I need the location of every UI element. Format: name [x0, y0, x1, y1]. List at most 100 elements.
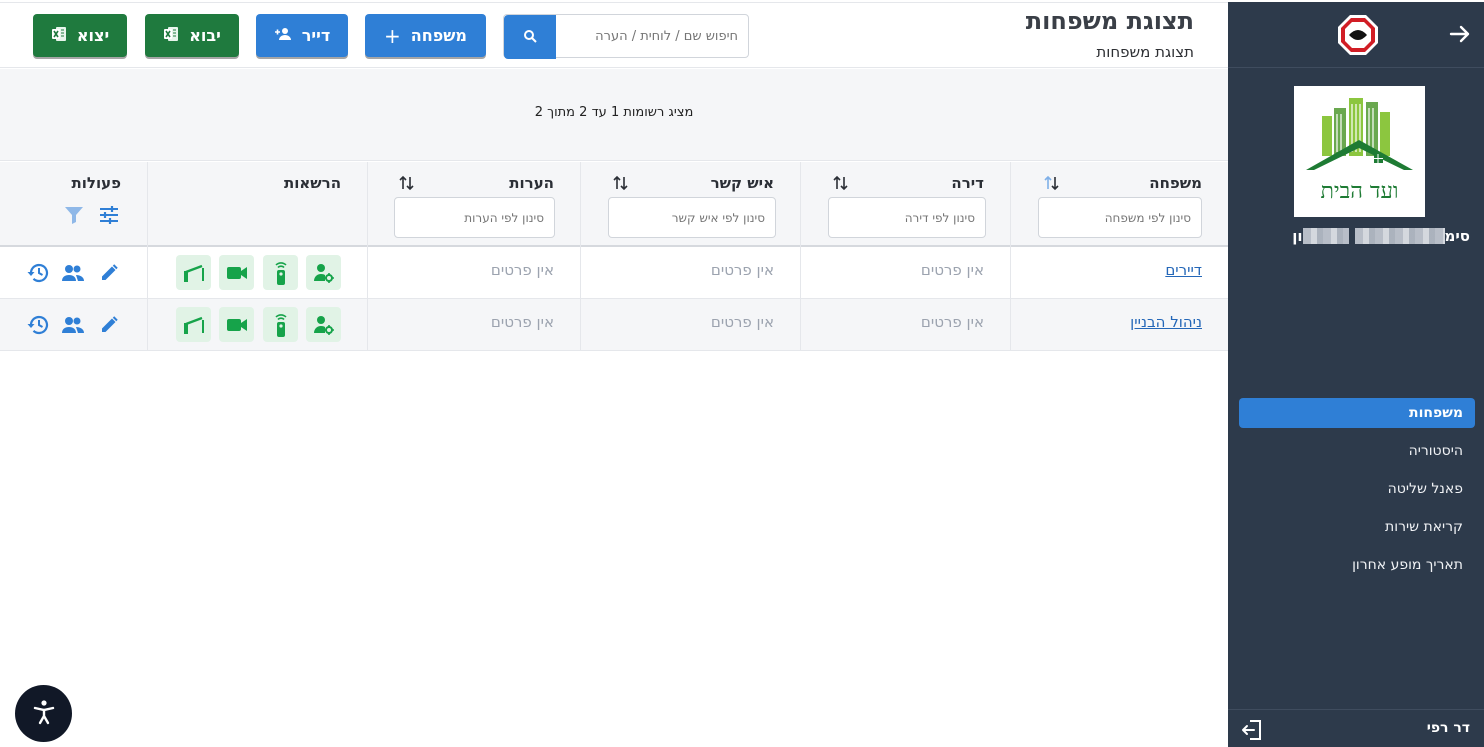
user-name-start: סימ — [1444, 227, 1470, 245]
cell-permissions — [147, 299, 367, 351]
search-button[interactable] — [504, 15, 556, 59]
redacted-text — [1302, 228, 1349, 244]
cell-contact: אין פרטים — [580, 299, 800, 351]
column-family-label: משפחה — [1149, 174, 1202, 192]
column-contact: איש קשר — [580, 162, 800, 247]
edit-icon[interactable] — [96, 260, 122, 286]
cell-notes: אין פרטים — [367, 299, 580, 351]
export-label: יצוא — [76, 26, 110, 45]
remote-control-icon[interactable] — [263, 307, 298, 342]
column-notes: הערות — [367, 162, 580, 247]
cell-family: דיירים — [1010, 247, 1228, 299]
user-name-end: ון — [1292, 227, 1303, 245]
table-row: ניהול הבניין אין פרטים אין פרטים אין פרט… — [0, 299, 1228, 351]
remote-control-icon[interactable] — [263, 255, 298, 290]
column-notes-label: הערות — [509, 174, 554, 192]
filter-notes-input[interactable] — [394, 197, 555, 238]
video-camera-icon[interactable] — [219, 307, 254, 342]
user-name: סימ ון — [1292, 227, 1470, 245]
history-icon[interactable] — [25, 312, 51, 338]
apartment-value: אין פרטים — [920, 261, 984, 279]
column-apartment-label: דירה — [951, 174, 984, 192]
video-camera-icon[interactable] — [219, 255, 254, 290]
filter-icon[interactable] — [61, 202, 87, 228]
sidebar-item-families[interactable]: משפחות — [1239, 398, 1475, 428]
person-add-icon — [274, 26, 292, 46]
excel-icon — [163, 26, 179, 46]
top-toolbar: תצוגת משפחות תצוגת משפחות יצוא יבוא דייר… — [0, 2, 1228, 68]
cell-actions — [0, 247, 147, 299]
add-tenant-label: דייר — [301, 26, 331, 45]
committee-logo: ועד הבית — [1294, 86, 1425, 217]
cell-notes: אין פרטים — [367, 247, 580, 299]
sidebar: ועד הבית סימ ון משפחות היסטוריה פאנל שלי… — [1228, 2, 1484, 747]
family-link[interactable]: דיירים — [1165, 261, 1202, 279]
accessibility-button[interactable] — [15, 685, 72, 742]
history-icon[interactable] — [25, 260, 51, 286]
contact-value: אין פרטים — [710, 313, 774, 331]
members-icon[interactable] — [60, 260, 86, 286]
column-permissions-label: הרשאות — [283, 174, 341, 192]
import-button[interactable]: יבוא — [145, 14, 239, 57]
add-tenant-button[interactable]: דייר — [256, 14, 348, 57]
logo-text: ועד הבית — [1320, 179, 1399, 204]
sidebar-header — [1228, 2, 1484, 68]
export-button[interactable]: יצוא — [33, 14, 127, 57]
main-content: תצוגת משפחות תצוגת משפחות יצוא יבוא דייר… — [0, 0, 1228, 747]
sidebar-item-history[interactable]: היסטוריה — [1239, 436, 1475, 466]
barrier-gate-icon[interactable] — [176, 307, 211, 342]
logout-icon[interactable] — [1240, 718, 1264, 742]
column-family: משפחה — [1010, 162, 1228, 247]
add-family-label: משפחה — [410, 26, 467, 45]
sort-icon[interactable] — [612, 173, 630, 193]
members-icon[interactable] — [60, 312, 86, 338]
records-count: מציג רשומות 1 עד 2 מתוך 2 — [534, 105, 694, 120]
search-box — [503, 14, 749, 59]
redacted-text — [1354, 228, 1445, 244]
sidebar-nav: משפחות היסטוריה פאנל שליטה קריאת שירות ת… — [1239, 398, 1475, 588]
filter-apartment-input[interactable] — [828, 197, 986, 238]
family-link[interactable]: ניהול הבניין — [1130, 313, 1202, 331]
contact-value: אין פרטים — [710, 261, 774, 279]
brand-logo-icon — [1336, 13, 1380, 57]
column-settings-icon[interactable] — [96, 202, 122, 228]
column-apartment: דירה — [800, 162, 1010, 247]
column-actions: פעולות — [0, 162, 147, 247]
cell-actions — [0, 299, 147, 351]
plus-icon: + — [384, 23, 401, 48]
cell-apartment: אין פרטים — [800, 247, 1010, 299]
cell-permissions — [147, 247, 367, 299]
column-actions-label: פעולות — [71, 174, 121, 192]
sort-icon[interactable] — [832, 173, 850, 193]
apartment-value: אין פרטים — [920, 313, 984, 331]
table-header: משפחה דירה איש קשר הערות — [0, 162, 1228, 247]
footer-user-name: דר רפי — [1426, 720, 1470, 736]
page-title: תצוגת משפחות — [1025, 7, 1194, 35]
cell-contact: אין פרטים — [580, 247, 800, 299]
search-input[interactable] — [558, 15, 748, 57]
sort-icon[interactable] — [1043, 173, 1061, 193]
column-permissions: הרשאות — [147, 162, 367, 247]
add-family-button[interactable]: משפחה + — [365, 14, 486, 57]
filter-contact-input[interactable] — [608, 197, 776, 238]
import-label: יבוא — [189, 26, 221, 45]
cell-family: ניהול הבניין — [1010, 299, 1228, 351]
barrier-gate-icon[interactable] — [176, 255, 211, 290]
arrow-right-icon[interactable] — [1446, 20, 1474, 48]
edit-icon[interactable] — [96, 312, 122, 338]
sidebar-item-last-appearance[interactable]: תאריך מופע אחרון — [1239, 550, 1475, 580]
user-settings-permission-icon[interactable] — [306, 255, 341, 290]
column-contact-label: איש קשר — [710, 174, 774, 192]
records-band: מציג רשומות 1 עד 2 מתוך 2 — [0, 69, 1228, 161]
user-settings-permission-icon[interactable] — [306, 307, 341, 342]
search-icon — [523, 28, 537, 47]
notes-value: אין פרטים — [490, 313, 554, 331]
cell-apartment: אין פרטים — [800, 299, 1010, 351]
notes-value: אין פרטים — [490, 261, 554, 279]
excel-icon — [51, 26, 67, 46]
sort-icon[interactable] — [398, 173, 416, 193]
sidebar-item-service-call[interactable]: קריאת שירות — [1239, 512, 1475, 542]
sidebar-item-control-panel[interactable]: פאנל שליטה — [1239, 474, 1475, 504]
filter-family-input[interactable] — [1038, 197, 1202, 238]
sidebar-footer: דר רפי — [1228, 709, 1484, 747]
